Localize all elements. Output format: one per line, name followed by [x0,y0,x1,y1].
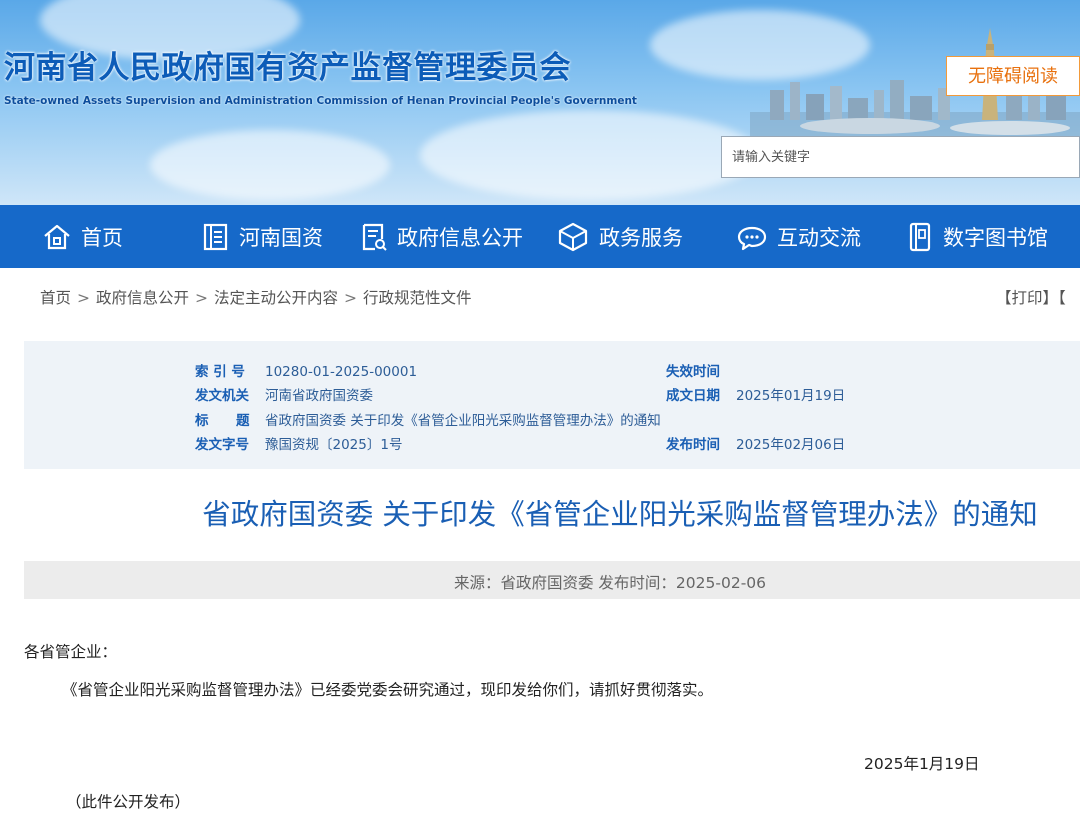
meta-title-row: 标 题省政府国资委 关于印发《省管企业阳光采购监督管理办法》的通知 [195,409,661,429]
meta-index-label: 索 引 号 [195,364,245,380]
meta-created-label: 成文日期 [666,388,720,404]
meta-docno-value: 豫国资规〔2025〕1号 [265,437,403,453]
breadcrumb-separator: > [344,289,358,307]
header-cloud [420,110,760,200]
breadcrumb-separator: > [195,289,209,307]
meta-expire-row: 失效时间 [666,360,736,380]
nav-item-interaction[interactable]: 互动交流 [736,205,861,268]
nav-item-gov-info[interactable]: 政府信息公开 [360,205,523,268]
nav-item-label: 互动交流 [777,225,861,250]
home-icon [44,224,70,249]
article-source: 来源：省政府国资委 发布时间：2025-02-06 [454,574,767,592]
meta-issuer-row: 发文机关 河南省政府国资委 [195,384,373,404]
meta-docno-label: 发文字号 [195,437,249,453]
nav-item-label: 数字图书馆 [943,225,1048,250]
nav-item-digital-library[interactable]: 数字图书馆 [906,205,1048,268]
meta-published-label: 发布时间 [666,437,720,453]
chat-icon [737,226,767,250]
meta-expire-label: 失效时间 [666,364,720,380]
meta-created-value: 2025年01月19日 [736,388,846,404]
list-icon [203,223,228,250]
breadcrumb: 首页 > 政府信息公开 > 法定主动公开内容 > 行政规范性文件 [40,286,472,308]
book-icon [909,222,931,251]
org-name-cn: 河南省人民政府国有资产监督管理委员会 [4,50,571,86]
document-meta-panel: 索 引 号 10280-01-2025-00001 失效时间 发文机关 河南省政府国… [24,341,1080,469]
search-input[interactable] [721,136,1080,178]
meta-title-label: 题 [236,413,250,429]
nav-item-label: 政府信息公开 [397,225,523,250]
article-paragraph: 《省管企业阳光采购监督管理办法》已经委党委会研究通过，现印发给你们，请抓好贯彻落… [62,681,714,699]
article-title: 省政府国资委 关于印发《省管企业阳光采购监督管理办法》的通知 [202,498,1038,531]
meta-published-row: 发布时间 2025年02月06日 [666,433,845,453]
nav-item-home[interactable]: 首页 [42,205,123,268]
breadcrumb-statutory-content[interactable]: 法定主动公开内容 [214,289,338,307]
breadcrumb-gov-info[interactable]: 政府信息公开 [96,289,189,307]
header-cloud [150,130,390,200]
breadcrumb-home[interactable]: 首页 [40,289,71,307]
meta-published-value: 2025年02月06日 [736,437,846,453]
breadcrumb-separator: > [77,289,91,307]
document-icon [362,223,387,251]
meta-title-label: 标 [195,413,209,429]
nav-item-label: 河南国资 [239,225,323,250]
nav-item-label: 政务服务 [599,225,683,250]
meta-docno-row: 发文字号 豫国资规〔2025〕1号 [195,433,402,453]
meta-issuer-label: 发文机关 [195,388,249,404]
site-header: 河南省人民政府国有资产监督管理委员会 State-owned Assets Su… [0,0,1080,205]
meta-index-value: 10280-01-2025-00001 [265,364,418,380]
salutation: 各省管企业： [24,643,118,661]
accessibility-button[interactable]: 无障碍阅读 [946,56,1080,96]
meta-title-value: 省政府国资委 关于印发《省管企业阳光采购监督管理办法》的通知 [265,413,661,429]
meta-created-row: 成文日期 2025年01月19日 [666,384,845,404]
org-name-en: State-owned Assets Supervision and Admin… [4,95,637,107]
cube-icon [558,222,588,251]
signature-date: 2025年1月19日 [864,755,980,773]
nav-item-label: 首页 [81,225,123,250]
nav-item-gov-services[interactable]: 政务服务 [556,205,683,268]
breadcrumb-normative-docs[interactable]: 行政规范性文件 [363,289,472,307]
main-nav: 首页 河南国资 政府信息公开 政务服务 互动交流 数字图书馆 [0,205,1080,268]
meta-issuer-value: 河南省政府国资委 [265,388,373,404]
public-release-note: （此件公开发布） [66,793,191,811]
meta-index-row: 索 引 号 10280-01-2025-00001 [195,360,417,380]
print-button[interactable]: 【打印】【 [996,286,1066,308]
nav-item-henan-assets[interactable]: 河南国资 [200,205,323,268]
